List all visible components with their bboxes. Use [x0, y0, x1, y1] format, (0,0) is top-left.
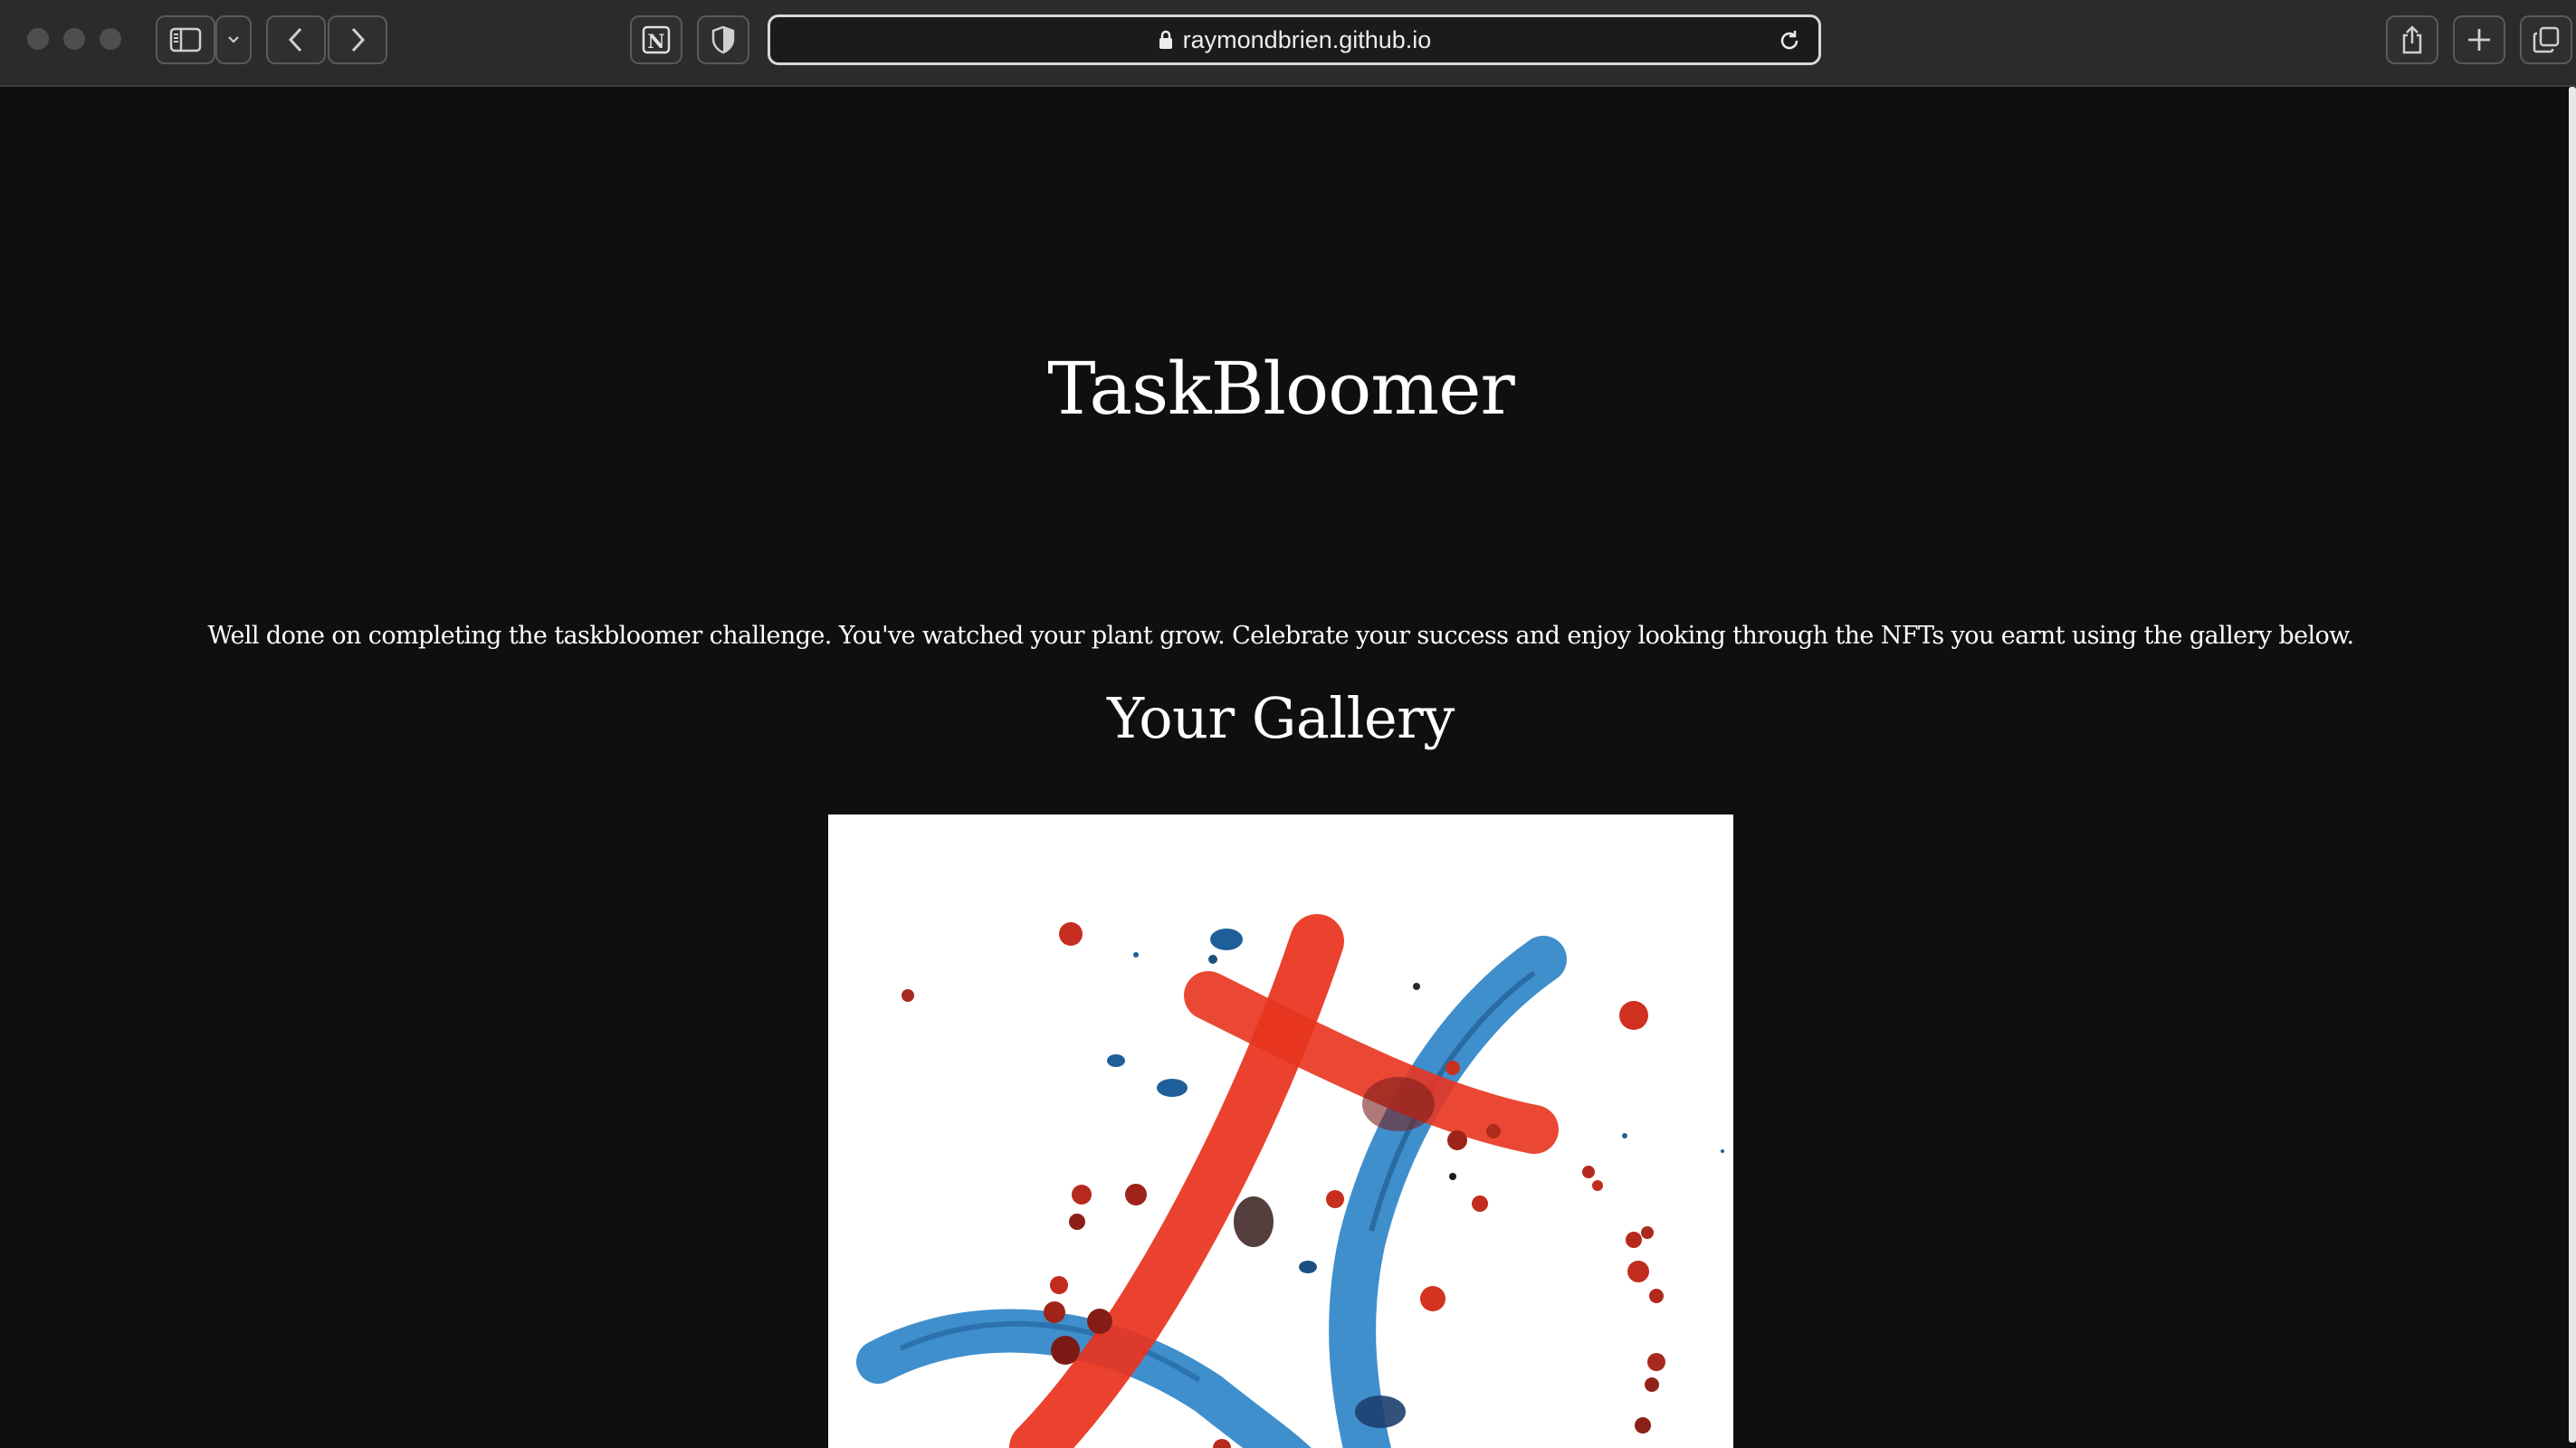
- notion-extension-button[interactable]: N: [630, 15, 682, 64]
- sidebar-button[interactable]: [156, 15, 215, 64]
- lock-icon: [1159, 30, 1172, 49]
- back-button[interactable]: [266, 15, 326, 64]
- abstract-brushstroke-artwork: [828, 814, 1733, 1448]
- forward-button[interactable]: [328, 15, 387, 64]
- shield-icon: [711, 25, 735, 54]
- gallery-heading: Your Gallery: [1107, 685, 1455, 751]
- share-button[interactable]: [2386, 15, 2438, 64]
- plus-icon: [2468, 29, 2490, 51]
- minimize-window-button[interactable]: [63, 28, 85, 50]
- share-icon: [2402, 25, 2422, 54]
- chevron-right-icon: [351, 27, 366, 52]
- svg-text:N: N: [647, 30, 664, 52]
- tabs-overview-icon: [2533, 26, 2560, 53]
- page-title: TaskBloomer: [1047, 347, 1515, 431]
- web-page: TaskBloomer Well done on completing the …: [0, 87, 2576, 1448]
- sidebar-dropdown-button[interactable]: [215, 15, 252, 64]
- intro-text: Well done on completing the taskbloomer …: [207, 622, 2355, 650]
- chevron-down-icon: [228, 36, 239, 43]
- tab-overview-button[interactable]: [2520, 15, 2572, 64]
- address-bar-content: raymondbrien.github.io: [770, 17, 1818, 62]
- scrollbar-thumb[interactable]: [2569, 87, 2576, 1443]
- chevron-left-icon: [288, 27, 302, 52]
- privacy-report-button[interactable]: [697, 15, 749, 64]
- new-tab-button[interactable]: [2453, 15, 2505, 64]
- address-bar[interactable]: raymondbrien.github.io: [768, 14, 1821, 65]
- zoom-window-button[interactable]: [100, 28, 121, 50]
- browser-toolbar: N raymondbrien.github.io: [0, 0, 2576, 87]
- nft-artwork-image[interactable]: [828, 814, 1733, 1448]
- notion-icon: N: [642, 25, 671, 54]
- url-text: raymondbrien.github.io: [1182, 25, 1432, 53]
- page-scrollbar[interactable]: [2569, 87, 2576, 1443]
- reload-icon[interactable]: [1777, 28, 1802, 53]
- sidebar-icon: [169, 27, 202, 52]
- close-window-button[interactable]: [27, 28, 49, 50]
